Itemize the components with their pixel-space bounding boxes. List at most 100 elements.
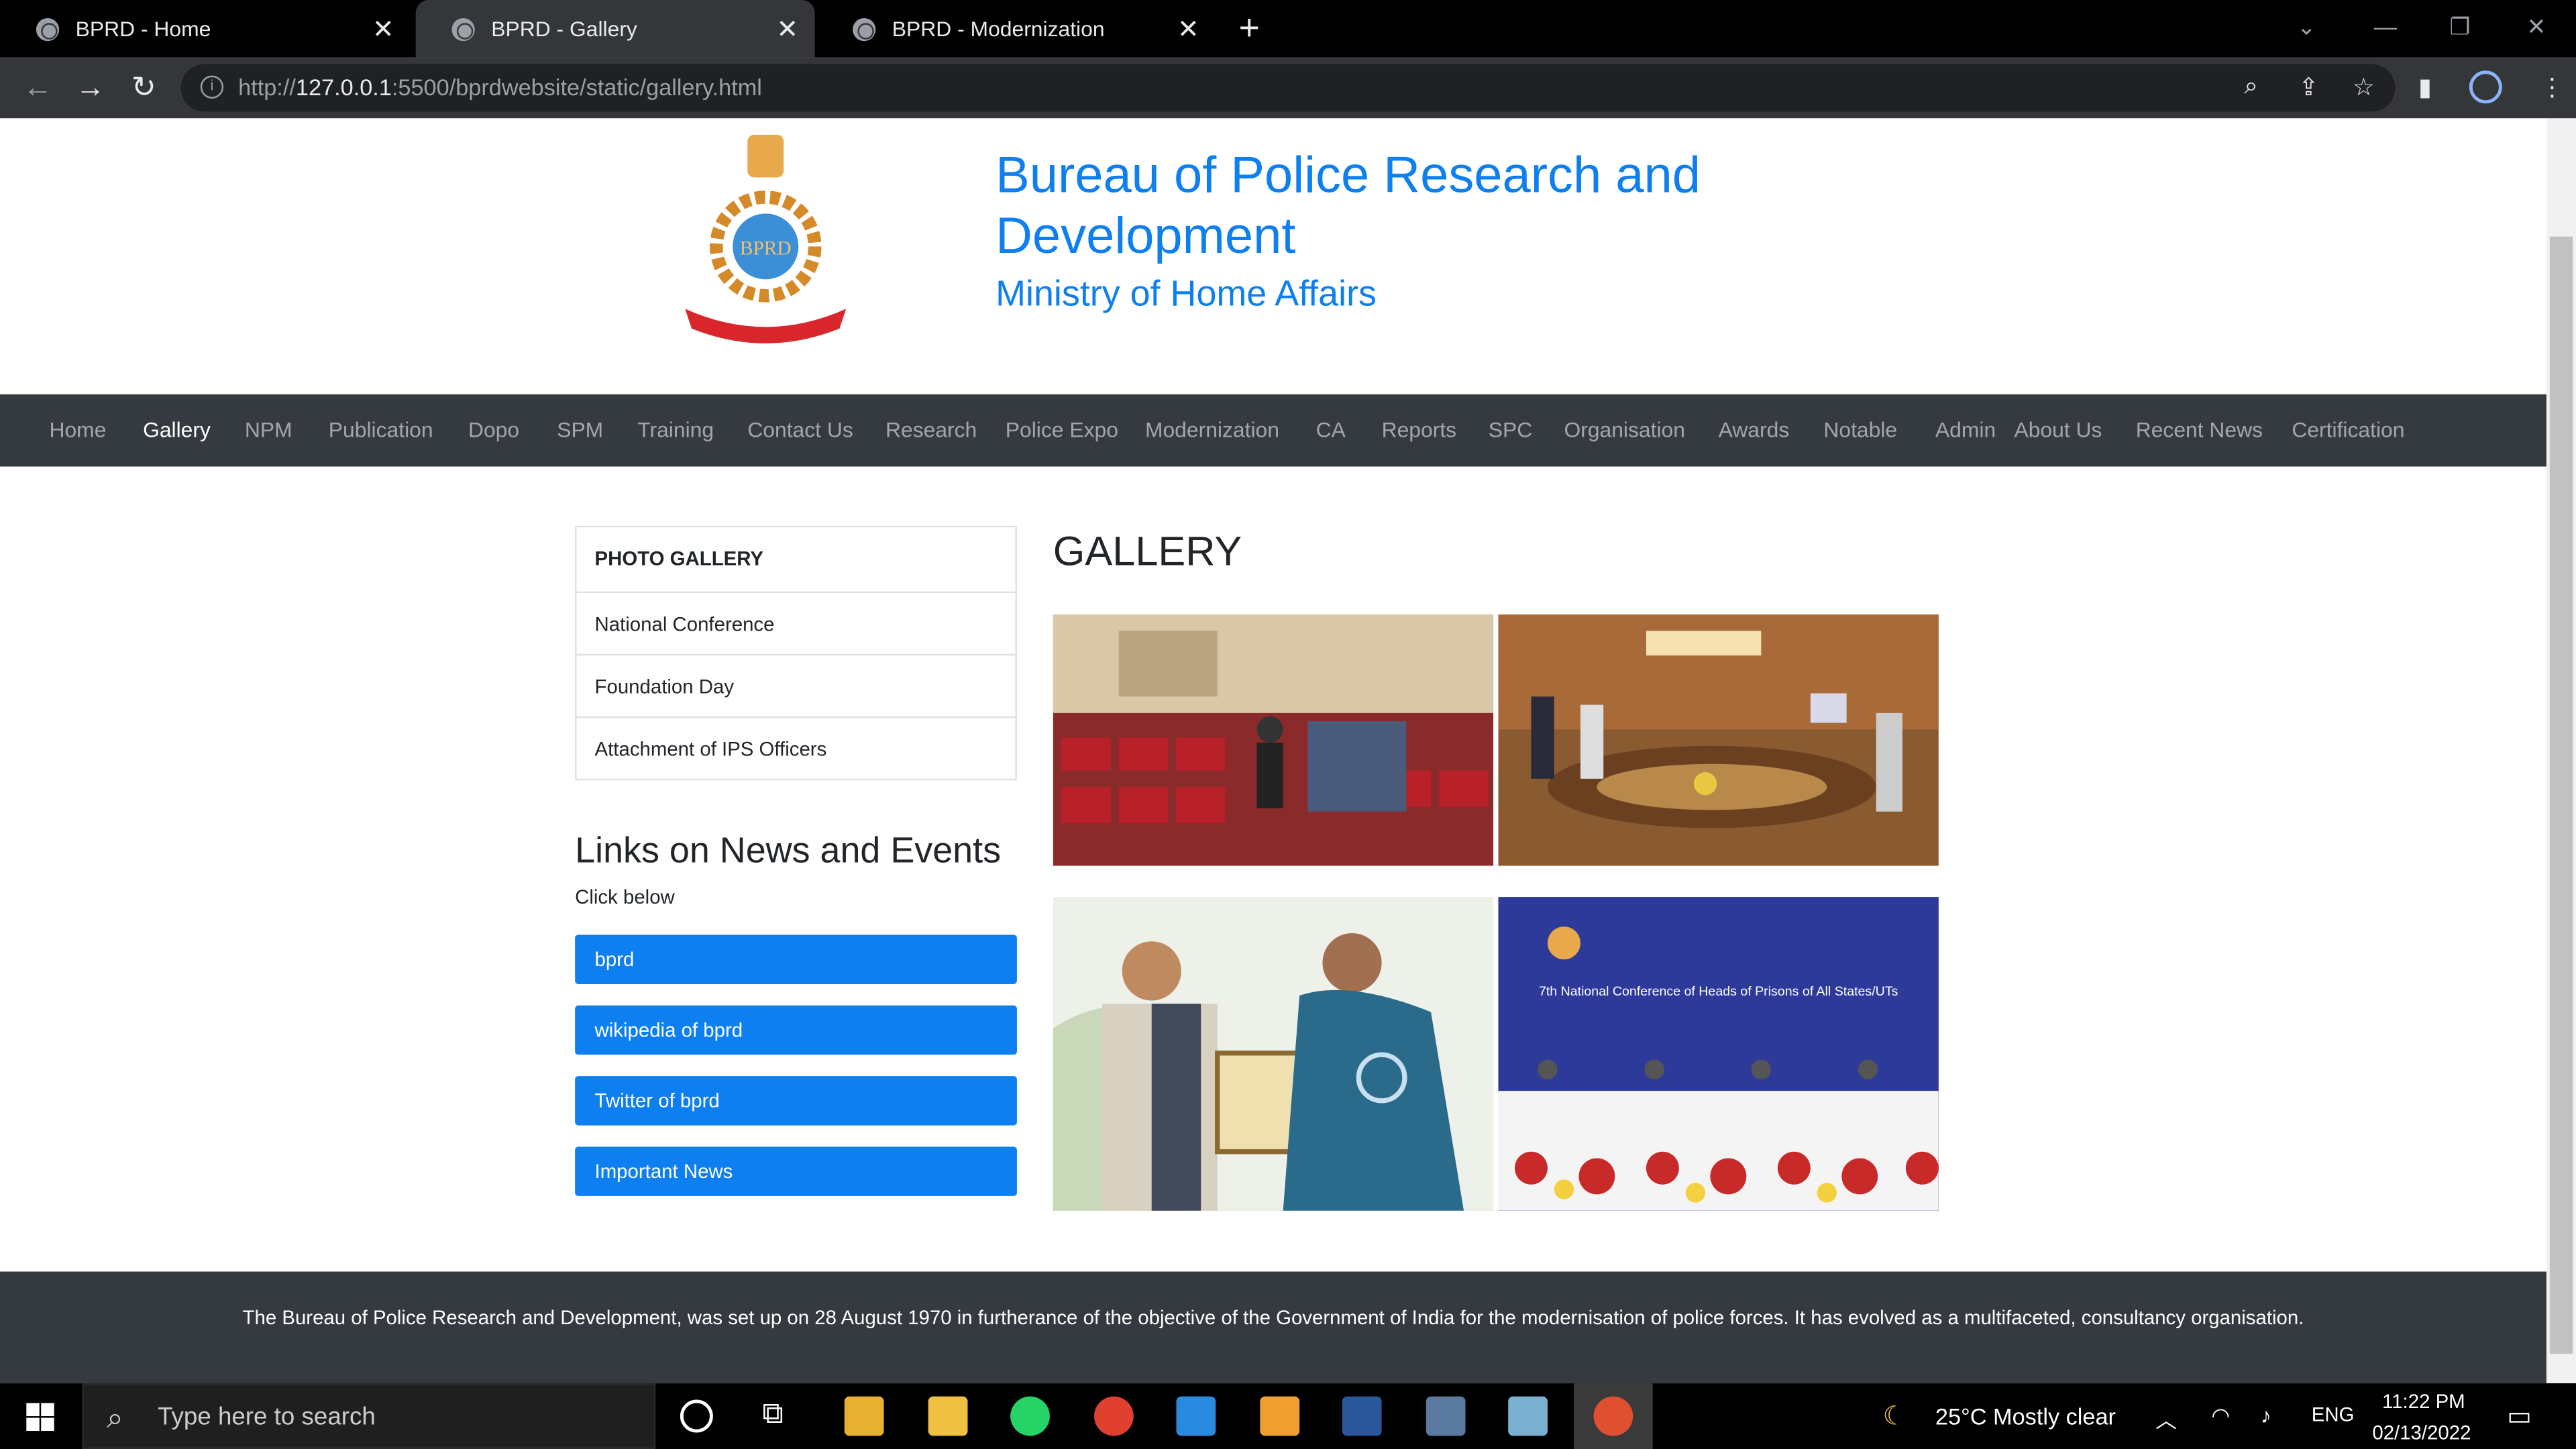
clock-time[interactable]: 11:22 PM [2382, 1390, 2465, 1413]
gallery-photo-conference-stage[interactable]: 7th National Conference of Heads of Pris… [1498, 897, 1939, 1211]
restore-icon[interactable]: ❐ [2449, 13, 2470, 42]
close-icon[interactable]: ✕ [372, 12, 394, 45]
app-icon[interactable] [1508, 1396, 1548, 1436]
address-bar-row: ← → ↻ i http://127.0.0.1:5500/bprdwebsit… [0, 57, 2576, 119]
gallery-photo-award-ceremony[interactable] [1053, 897, 1494, 1211]
store-icon[interactable] [844, 1396, 884, 1436]
stage-banner-text: 7th National Conference of Heads of Pris… [1539, 984, 1898, 999]
new-tab-button[interactable]: + [1239, 7, 1260, 50]
tab-modernization[interactable]: BPRD - Modernization ✕ [816, 0, 1216, 58]
url-field[interactable]: i http://127.0.0.1:5500/bprdwebsite/stat… [180, 64, 2396, 112]
calculator-icon[interactable] [1426, 1396, 1466, 1436]
tab-title: BPRD - Modernization [892, 16, 1105, 42]
tab-home[interactable]: BPRD - Home ✕ [0, 0, 411, 58]
zoom-icon[interactable]: ⌕ [2244, 72, 2258, 101]
share-icon[interactable]: ⇪ [2298, 72, 2319, 102]
nav-publication[interactable]: Publication [329, 417, 433, 442]
nav-research[interactable]: Research [885, 417, 977, 442]
cortana-icon[interactable] [680, 1399, 713, 1433]
nav-reports[interactable]: Reports [1382, 417, 1457, 442]
file-explorer-icon[interactable] [928, 1396, 968, 1436]
scrollbar-thumb[interactable] [2549, 236, 2573, 1354]
word-icon[interactable] [1342, 1396, 1382, 1436]
nav-spm[interactable]: SPM [557, 417, 603, 442]
main-navbar: Home Gallery NPM Publication Dopo SPM Tr… [0, 394, 2546, 467]
nav-police-expo[interactable]: Police Expo [1006, 417, 1118, 442]
tab-gallery[interactable]: BPRD - Gallery ✕ [415, 0, 815, 58]
globe-icon [451, 17, 475, 41]
side-panel-icon[interactable]: ▮ [2418, 72, 2432, 102]
weather-moon-icon: ☾ [1882, 1403, 1907, 1432]
volume-icon[interactable]: ♪ [2261, 1403, 2271, 1428]
tab-title: BPRD - Home [75, 16, 211, 42]
nav-dopo[interactable]: Dopo [468, 417, 519, 442]
nav-awards[interactable]: Awards [1719, 417, 1790, 442]
site-info-icon[interactable]: i [200, 75, 224, 99]
tab-search-icon[interactable]: ⌄ [2297, 13, 2316, 42]
windows-start-icon[interactable] [26, 1403, 54, 1432]
web-page: BPRD Bureau of Police Research and Devel… [0, 118, 2546, 1384]
nav-admin[interactable]: Admin [1935, 417, 1996, 442]
photo-gallery-heading: PHOTO GALLERY [594, 547, 764, 570]
language-indicator[interactable]: ENG [2312, 1403, 2355, 1426]
list-item-national-conference[interactable]: National Conference [576, 591, 1016, 654]
list-item-foundation-day[interactable]: Foundation Day [576, 653, 1016, 716]
nav-npm[interactable]: NPM [245, 417, 292, 442]
bookmark-star-icon[interactable]: ☆ [2353, 72, 2375, 102]
important-news-button[interactable]: Important News [575, 1146, 1017, 1196]
nav-ca[interactable]: CA [1316, 417, 1346, 442]
nav-contact-us[interactable]: Contact Us [747, 417, 853, 442]
nav-recent-news[interactable]: Recent News [2136, 417, 2263, 442]
task-view-icon[interactable]: ⧉ [762, 1397, 802, 1436]
search-icon: ⌕ [107, 1401, 123, 1434]
gallery-photo-meeting-room[interactable] [1498, 614, 1939, 866]
url-path: :5500/bprdwebsite/static/gallery.html [391, 74, 762, 101]
close-icon[interactable]: ✕ [776, 12, 798, 45]
nav-training[interactable]: Training [637, 417, 714, 442]
nav-certification[interactable]: Certification [2292, 417, 2404, 442]
page-footer: The Bureau of Police Research and Develo… [0, 1271, 2546, 1384]
twitter-link-button[interactable]: Twitter of bprd [575, 1076, 1017, 1126]
nav-organisation[interactable]: Organisation [1564, 417, 1685, 442]
bprd-emblem-logo: BPRD [685, 134, 847, 343]
clock-date[interactable]: 02/13/2022 [2372, 1421, 2471, 1444]
nav-modernization[interactable]: Modernization [1145, 417, 1279, 442]
nav-about-us[interactable]: About Us [2014, 417, 2102, 442]
url-prefix: http:// [238, 74, 296, 101]
chrome-icon[interactable] [1094, 1396, 1134, 1436]
active-app-icon[interactable] [1593, 1396, 1633, 1436]
weather-text[interactable]: 25°C Mostly clear [1935, 1403, 2116, 1429]
back-icon[interactable]: ← [23, 70, 52, 105]
notifications-icon[interactable]: ▭ [2507, 1400, 2532, 1433]
gallery-photo-auditorium[interactable] [1053, 614, 1494, 866]
nav-home[interactable]: Home [49, 417, 106, 442]
wifi-icon[interactable]: ◠ [2211, 1403, 2230, 1429]
tray-chevron-icon[interactable]: ︿ [2155, 1403, 2177, 1434]
globe-icon [36, 17, 60, 41]
menu-kebab-icon[interactable]: ⋮ [2540, 72, 2565, 102]
windows-taskbar: ⌕ Type here to search ⧉ ☾ 25°C Mostly cl… [0, 1383, 2576, 1449]
vscode-icon[interactable] [1176, 1396, 1216, 1436]
minimize-icon[interactable]: — [2374, 13, 2397, 40]
wikipedia-link-button[interactable]: wikipedia of bprd [575, 1005, 1017, 1055]
close-icon[interactable]: ✕ [1177, 12, 1199, 45]
news-subtext: Click below [575, 885, 675, 909]
nav-gallery[interactable]: Gallery [143, 417, 211, 442]
whatsapp-icon[interactable] [1010, 1396, 1050, 1436]
taskbar-search-box[interactable]: ⌕ Type here to search [82, 1383, 656, 1449]
tab-title: BPRD - Gallery [491, 16, 637, 42]
reload-icon[interactable]: ↻ [131, 70, 156, 105]
close-window-icon[interactable]: ✕ [2527, 13, 2546, 42]
list-item-ips-attachment[interactable]: Attachment of IPS Officers [576, 716, 1016, 779]
photo-gallery-list: PHOTO GALLERY National Conference Founda… [575, 525, 1017, 781]
forward-icon[interactable]: → [76, 70, 105, 105]
bprd-link-button[interactable]: bprd [575, 934, 1017, 984]
search-placeholder: Type here to search [158, 1403, 376, 1432]
page-scrollbar[interactable] [2546, 118, 2576, 1384]
profile-avatar[interactable] [2469, 70, 2502, 104]
gallery-heading: GALLERY [1053, 529, 1242, 576]
nav-notable[interactable]: Notable [1823, 417, 1897, 442]
app-f-icon[interactable] [1260, 1396, 1300, 1436]
nav-spc[interactable]: SPC [1489, 417, 1532, 442]
news-heading: Links on News and Events [575, 829, 1002, 871]
